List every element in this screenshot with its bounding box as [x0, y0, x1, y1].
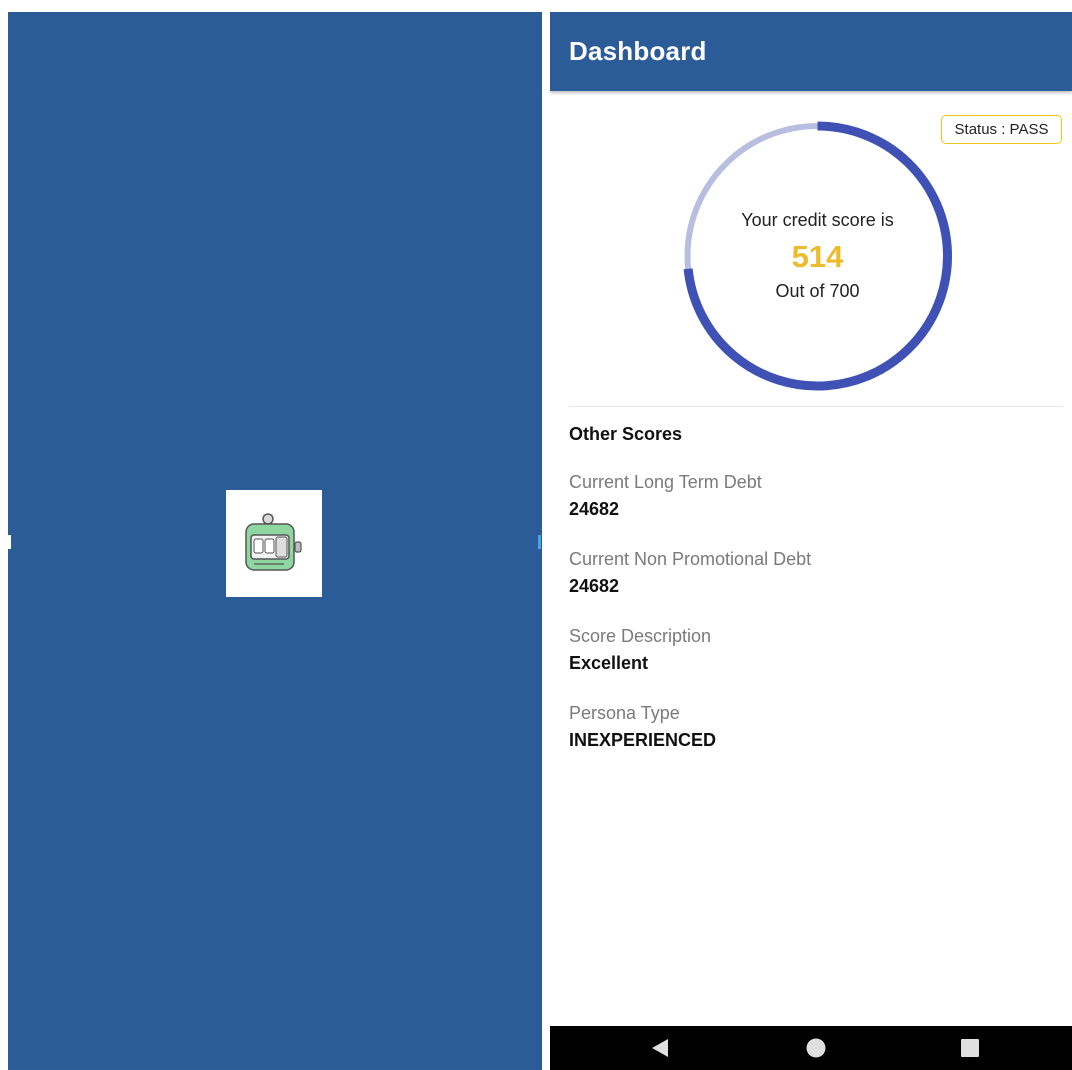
recents-icon [961, 1039, 979, 1057]
edge-indicator [538, 535, 541, 549]
divider [569, 406, 1063, 407]
recents-button[interactable] [940, 1026, 1000, 1070]
home-button[interactable] [786, 1026, 846, 1070]
gauge-labels: Your credit score is 514 Out of 700 [680, 115, 955, 397]
score-value: INEXPERIENCED [569, 730, 717, 750]
app-logo [226, 490, 322, 597]
system-nav-bar [550, 1026, 1072, 1070]
edge-indicator [8, 535, 11, 549]
score-value: Excellent [569, 653, 649, 673]
app-bar: Dashboard [550, 12, 1072, 91]
score-item-score-description: Score Description Excellent [569, 626, 711, 674]
score-label: Current Non Promotional Debt [569, 549, 812, 569]
back-button[interactable] [630, 1026, 690, 1070]
home-icon [806, 1038, 826, 1058]
back-icon [652, 1039, 668, 1057]
score-item-non-promotional-debt: Current Non Promotional Debt 24682 [569, 549, 811, 597]
score-label: Persona Type [569, 703, 680, 723]
splash-screen [8, 12, 542, 1070]
credit-meter-icon [245, 512, 302, 571]
dashboard-screen: Dashboard Status : PASS Your credit scor… [550, 12, 1072, 1070]
score-value: 24682 [569, 576, 620, 596]
score-label: Current Long Term Debt [569, 472, 762, 492]
credit-score-value: 514 [791, 239, 844, 274]
other-scores-title: Other Scores [569, 424, 683, 444]
score-item-long-term-debt: Current Long Term Debt 24682 [569, 472, 762, 520]
score-item-persona-type: Persona Type INEXPERIENCED [569, 703, 716, 751]
page-title: Dashboard [569, 36, 707, 66]
status-badge: Status : PASS [941, 115, 1062, 144]
credit-score-max: Out of 700 [775, 281, 860, 301]
credit-score-caption: Your credit score is [741, 210, 894, 230]
score-label: Score Description [569, 626, 712, 646]
score-value: 24682 [569, 499, 620, 519]
